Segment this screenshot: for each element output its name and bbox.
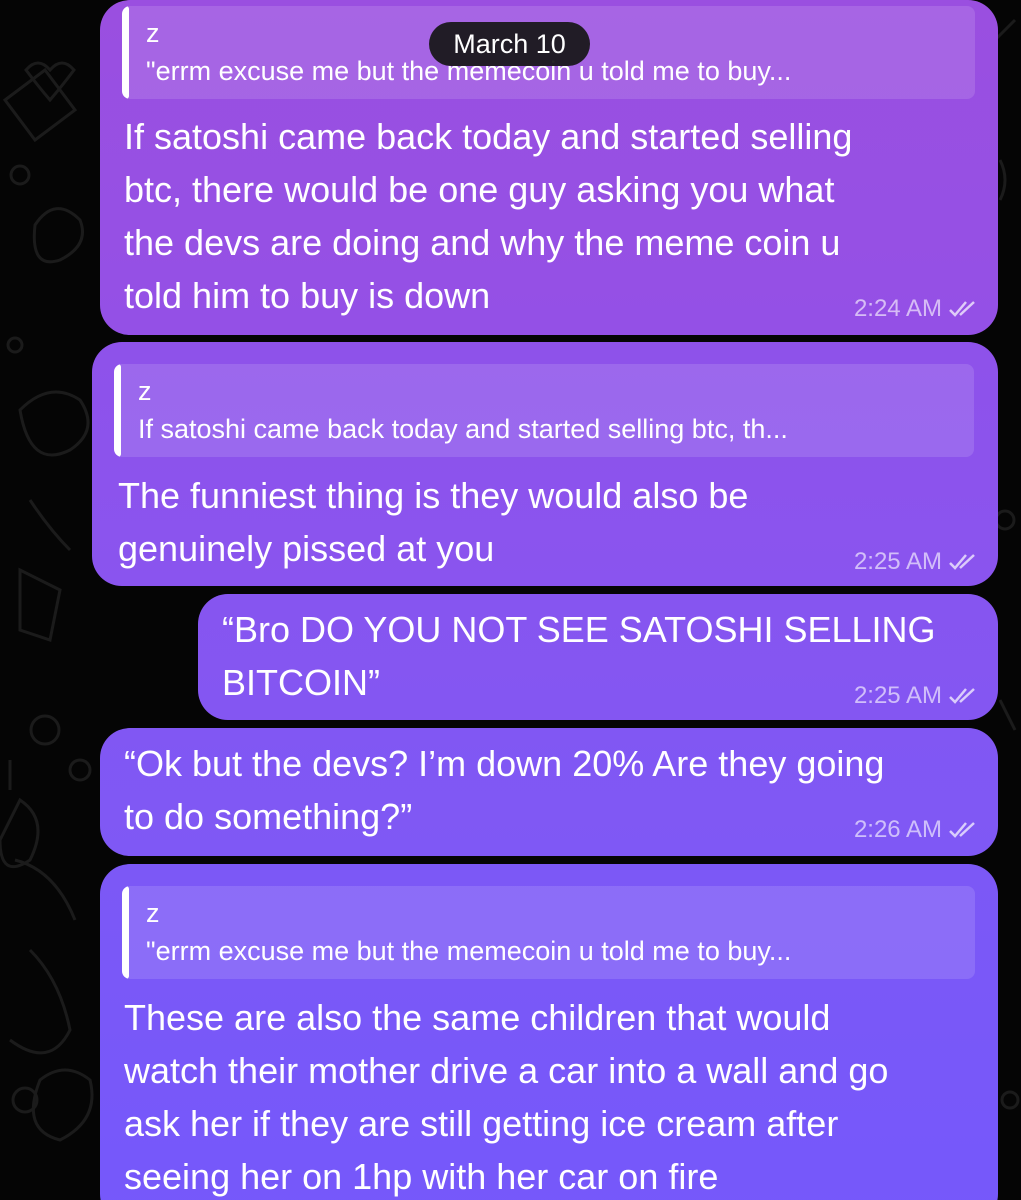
message-text-line: “Ok but the devs? I’m down 20% Are they … <box>124 743 885 784</box>
double-check-icon <box>949 822 975 838</box>
message-text-line: the devs are doing and why the meme coin… <box>124 222 841 263</box>
message-text-line: seeing her on 1hp with her car on fire <box>124 1156 719 1197</box>
message-text-line: ask her if they are still getting ice cr… <box>124 1103 839 1144</box>
message-text-line: to do something?” <box>124 796 413 837</box>
reply-accent-bar <box>122 886 129 979</box>
double-check-icon <box>949 688 975 704</box>
message-bubble[interactable]: z If satoshi came back today and started… <box>92 342 998 586</box>
message-time: 2:24 AM <box>853 295 942 322</box>
reply-accent-bar <box>122 6 129 99</box>
message-text-line: “Bro DO YOU NOT SEE SATOSHI SELLING <box>222 609 936 650</box>
message-meta: 2:25 AM <box>854 548 978 576</box>
message-time: 2:25 AM <box>853 548 942 575</box>
message-time: 2:26 AM <box>853 816 942 843</box>
double-check-icon <box>949 301 975 317</box>
reply-preview-text: If satoshi came back today and started s… <box>138 414 788 444</box>
reply-sender-name: z <box>146 898 160 928</box>
reply-sender-name: z <box>138 376 152 406</box>
message-text-line: These are also the same children that wo… <box>124 997 831 1038</box>
message-text-line: told him to buy is down <box>124 275 491 316</box>
date-separator: March 10 <box>429 22 590 66</box>
message-text-line: If satoshi came back today and started s… <box>124 116 853 157</box>
message-text-line: btc, there would be one guy asking you w… <box>124 169 835 210</box>
message-meta: 2:25 AM <box>854 682 978 710</box>
reply-sender-name: z <box>146 18 160 48</box>
reply-quote[interactable]: z If satoshi came back today and started… <box>114 364 974 457</box>
message-text-line: The funniest thing is they would also be <box>118 475 749 516</box>
message-meta: 2:24 AM <box>854 295 978 323</box>
message-text-line: watch their mother drive a car into a wa… <box>124 1050 889 1091</box>
message-bubble[interactable]: “Ok but the devs? I’m down 20% Are they … <box>100 728 998 856</box>
message-bubble[interactable]: “Bro DO YOU NOT SEE SATOSHI SELLING BITC… <box>198 594 998 720</box>
message-text-line: genuinely pissed at you <box>118 528 495 569</box>
message-meta: 2:26 AM <box>854 816 978 844</box>
message-text-line: BITCOIN” <box>222 662 380 703</box>
message-bubble[interactable]: z "errm excuse me but the memecoin u tol… <box>100 864 998 1200</box>
message-time: 2:25 AM <box>853 682 942 709</box>
double-check-icon <box>949 554 975 570</box>
reply-quote[interactable]: z "errm excuse me but the memecoin u tol… <box>122 886 975 979</box>
reply-preview-text: "errm excuse me but the memecoin u told … <box>146 936 792 966</box>
reply-accent-bar <box>114 364 121 457</box>
